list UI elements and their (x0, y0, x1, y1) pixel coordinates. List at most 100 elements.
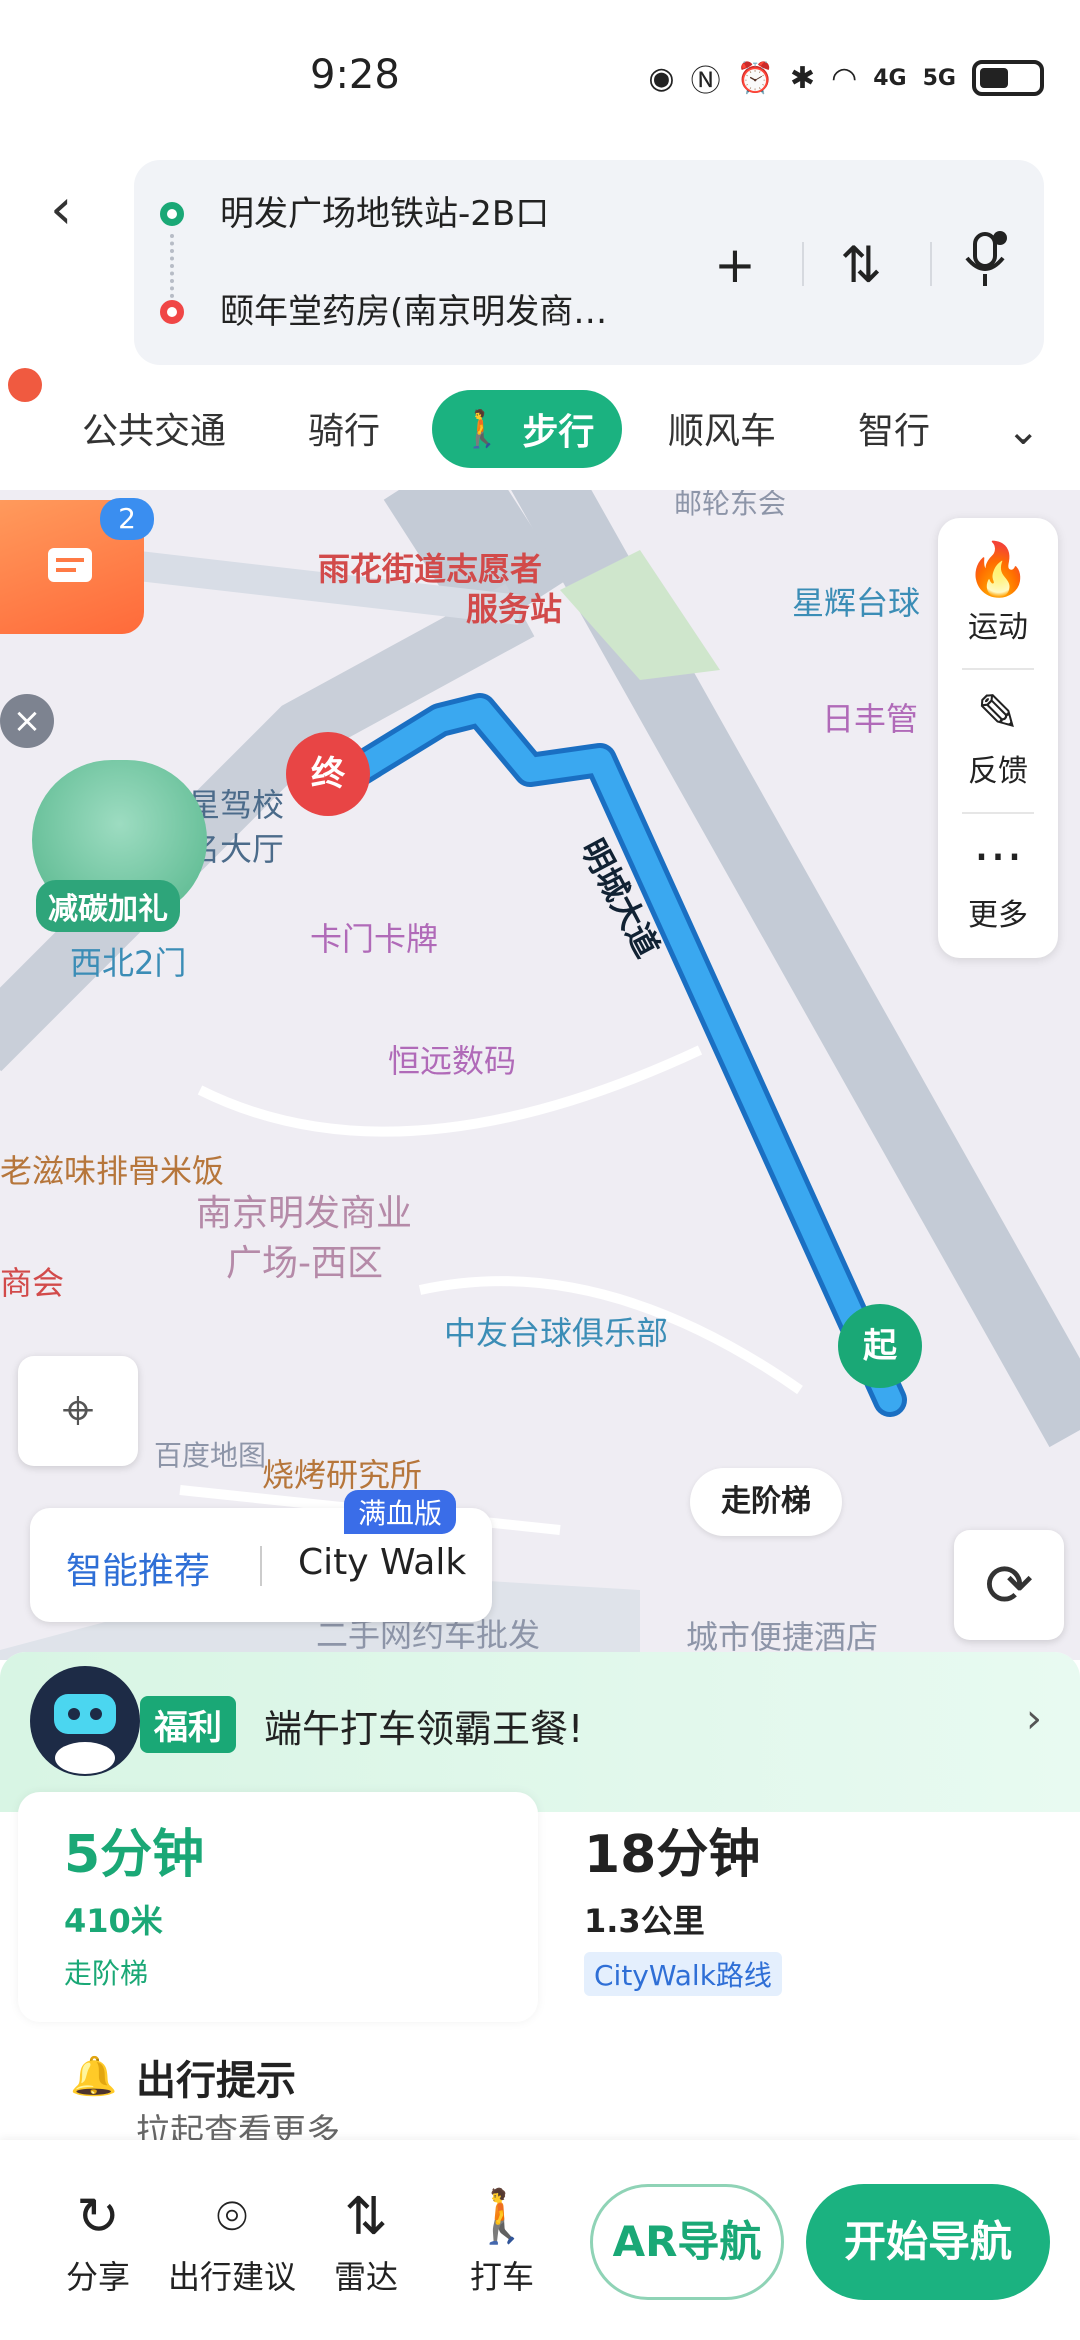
ar-navigation-button[interactable]: AR导航 (590, 2184, 784, 2300)
radar-icon: ⇅ (344, 2187, 388, 2247)
poi-ribs-rice[interactable]: 老滋味排骨米饭 (0, 1146, 224, 1192)
smart-recommend-option[interactable]: 智能推荐 (66, 1542, 210, 1594)
share-icon: ↻ (76, 2187, 120, 2247)
bluetooth-icon: ✱ (789, 60, 816, 96)
poi-zhongyou-billiards[interactable]: 中友台球俱乐部 (444, 1308, 668, 1354)
end-dot-icon (160, 300, 184, 324)
start-dot-icon (160, 202, 184, 226)
poi-mall-west[interactable]: 广场-西区 (226, 1234, 383, 1286)
divider (962, 812, 1034, 814)
radar-label: 雷达 (333, 2258, 398, 2296)
start-navigation-button[interactable]: 开始导航 (806, 2184, 1050, 2300)
tab-walking[interactable]: 🚶 步行 (432, 390, 622, 468)
route-dotline (170, 234, 174, 298)
tab-carpool[interactable]: 顺风车 (668, 402, 776, 454)
citywalk-option[interactable]: City Walk (298, 1542, 466, 1583)
travel-advice-button[interactable]: ⌾ 出行建议 (160, 2186, 304, 2298)
status-bar: 9:28 ◉ Ⓝ ⏰ ✱ ◠ 4G 5G (0, 0, 1080, 150)
walk-icon: 🚶 (459, 409, 505, 450)
alarm-icon: ⏰ (736, 60, 774, 96)
map-canvas (0, 490, 1080, 1660)
divider (260, 1546, 262, 1586)
share-button[interactable]: ↻ 分享 (38, 2186, 158, 2298)
tab-smart[interactable]: 智行 (858, 402, 930, 454)
pin-icon: ⌾ (216, 2187, 248, 2247)
tab-walking-label: 步行 (522, 412, 595, 453)
tab-cycling[interactable]: 骑行 (308, 402, 380, 454)
promo-bar[interactable]: 福利 端午打车领霸王餐! › (0, 1652, 1080, 1812)
full-version-tag: 满血版 (344, 1490, 457, 1534)
more-label: 更多 (968, 898, 1028, 933)
start-place-field[interactable]: 明发广场地铁站-2B口 (220, 186, 549, 235)
poi-rifeng[interactable]: 日丰管 (822, 694, 918, 740)
mode-tabs: 公共交通 骑行 🚶 步行 顺风车 智行 ⌄ (0, 380, 1080, 480)
route-plan-card[interactable]: 18分钟 1.3公里 CityWalk路线 (540, 1792, 1060, 2022)
route-card: 明发广场地铁站-2B口 颐年堂药房(南京明发商… + ⇅ (134, 160, 1044, 365)
battery-icon (972, 60, 1044, 96)
divider (930, 242, 932, 286)
plan-distance: 410米 (64, 1902, 163, 1940)
poi-chamber[interactable]: 商会 (0, 1258, 64, 1304)
poi-hengyuan[interactable]: 恒远数码 (388, 1036, 516, 1082)
taxi-label: 打车 (469, 2258, 534, 2296)
plan-duration: 5分钟 (64, 1825, 205, 1885)
stairs-label[interactable]: 走阶梯 (690, 1468, 842, 1536)
plan-note: CityWalk路线 (584, 1952, 782, 1996)
welfare-tag: 福利 (140, 1696, 236, 1753)
swap-icon[interactable]: ⇅ (826, 230, 896, 300)
network-4g: 4G (873, 65, 907, 91)
tip-title: 出行提示 (136, 2058, 296, 2104)
end-marker[interactable]: 终 (286, 732, 370, 816)
plan-note: 走阶梯 (64, 1957, 149, 1990)
end-place-field[interactable]: 颐年堂药房(南京明发商… (220, 284, 607, 333)
radar-button[interactable]: ⇅ 雷达 (306, 2186, 426, 2298)
chevron-right-icon: › (1026, 1696, 1042, 1742)
feedback-label: 反馈 (968, 754, 1028, 789)
map-view[interactable]: 雨花街道志愿者 服务站 邮轮东会 星辉台球 日丰管 星驾校 名大厅 西北2门 卡… (0, 490, 1080, 1660)
message-badge: 2 (100, 498, 154, 540)
travel-advice-label: 出行建议 (167, 2258, 296, 2296)
robot-avatar-icon (30, 1666, 140, 1776)
tab-transit[interactable]: 公共交通 (82, 402, 226, 454)
plan-duration: 18分钟 (584, 1825, 761, 1885)
side-panel: 🔥 运动 ✎ 反馈 ··· 更多 (938, 518, 1058, 958)
more-icon: ··· (973, 828, 1023, 888)
refresh-icon[interactable]: ⟳ (954, 1530, 1064, 1640)
pen-icon: ✎ (976, 684, 1020, 744)
taxi-icon: 🚶 (469, 2187, 535, 2247)
status-time: 9:28 (310, 52, 400, 98)
poi-mall[interactable]: 南京明发商业 (196, 1184, 412, 1236)
close-icon[interactable]: × (0, 694, 54, 748)
plus-icon[interactable]: + (700, 230, 770, 300)
poi-star-billiards[interactable]: 星辉台球 (792, 578, 920, 624)
sport-button[interactable]: 🔥 运动 (938, 538, 1058, 646)
plan-distance: 1.3公里 (584, 1902, 705, 1940)
wifi-icon: ◠ (831, 60, 858, 96)
divider (962, 668, 1034, 670)
eye-icon: ◉ (648, 60, 675, 96)
flame-icon: 🔥 (965, 540, 1031, 600)
share-label: 分享 (65, 2258, 130, 2296)
poi-volunteer-2[interactable]: 服务站 (466, 584, 562, 630)
poi-card-shop[interactable]: 卡门卡牌 (310, 914, 438, 960)
more-button[interactable]: ··· 更多 (938, 826, 1058, 934)
action-bar: ↻ 分享 ⌾ 出行建议 ⇅ 雷达 🚶 打车 AR导航 开始导航 (0, 2140, 1080, 2340)
chevron-down-icon[interactable]: ⌄ (1006, 408, 1040, 454)
locate-icon[interactable]: ⌖ (18, 1356, 138, 1466)
network-5g: 5G (922, 65, 956, 91)
divider (802, 242, 804, 286)
promo-label[interactable]: 减碳加礼 (36, 880, 180, 932)
bell-icon: 🔔 (70, 2054, 118, 2098)
poi-post: 邮轮东会 (674, 490, 787, 520)
poi-northwest-gate[interactable]: 西北2门 (70, 938, 186, 984)
taxi-button[interactable]: 🚶 打车 (442, 2186, 562, 2298)
status-icons: ◉ Ⓝ ⏰ ✱ ◠ 4G 5G (648, 56, 1044, 100)
route-plan-card[interactable]: 5分钟 410米 走阶梯 (18, 1792, 538, 2022)
mic-icon[interactable] (950, 230, 1020, 300)
start-marker[interactable]: 起 (838, 1304, 922, 1388)
sport-label: 运动 (968, 610, 1028, 645)
back-icon[interactable]: ‹ (50, 180, 100, 240)
nfc-icon: Ⓝ (690, 64, 721, 99)
feedback-button[interactable]: ✎ 反馈 (938, 682, 1058, 790)
promo-text: 端午打车领霸王餐! (264, 1707, 584, 1751)
